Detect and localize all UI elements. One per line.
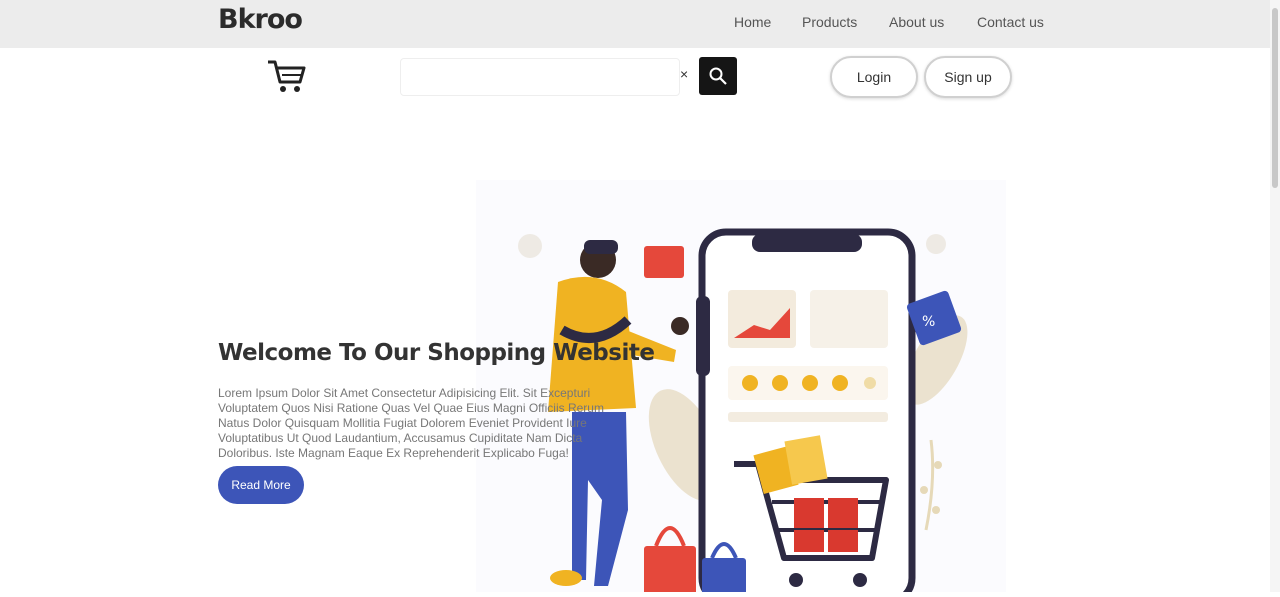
nav-link-about[interactable]: About us	[889, 14, 944, 30]
svg-text:%: %	[922, 314, 935, 330]
read-more-button[interactable]: Read More	[218, 466, 304, 504]
scrollbar-thumb[interactable]	[1272, 8, 1278, 188]
hero-paragraph: Lorem Ipsum Dolor Sit Amet Consectetur A…	[218, 386, 604, 460]
signup-button[interactable]: Sign up	[924, 56, 1012, 98]
hero-title: Welcome To Our Shopping Website	[218, 340, 655, 366]
search-icon	[709, 67, 727, 85]
top-navbar: Bkroo Home Products About us Contact us	[0, 0, 1280, 48]
nav-link-home[interactable]: Home	[734, 14, 771, 30]
shopping-cart-icon[interactable]	[266, 56, 308, 96]
nav-link-products[interactable]: Products	[802, 14, 857, 30]
nav-link-contact[interactable]: Contact us	[977, 14, 1044, 30]
brand-logo[interactable]: Bkroo	[218, 4, 303, 35]
login-button[interactable]: Login	[830, 56, 918, 98]
search-button[interactable]	[699, 57, 737, 95]
close-icon[interactable]: ×	[680, 66, 688, 82]
search-input[interactable]	[400, 58, 680, 96]
